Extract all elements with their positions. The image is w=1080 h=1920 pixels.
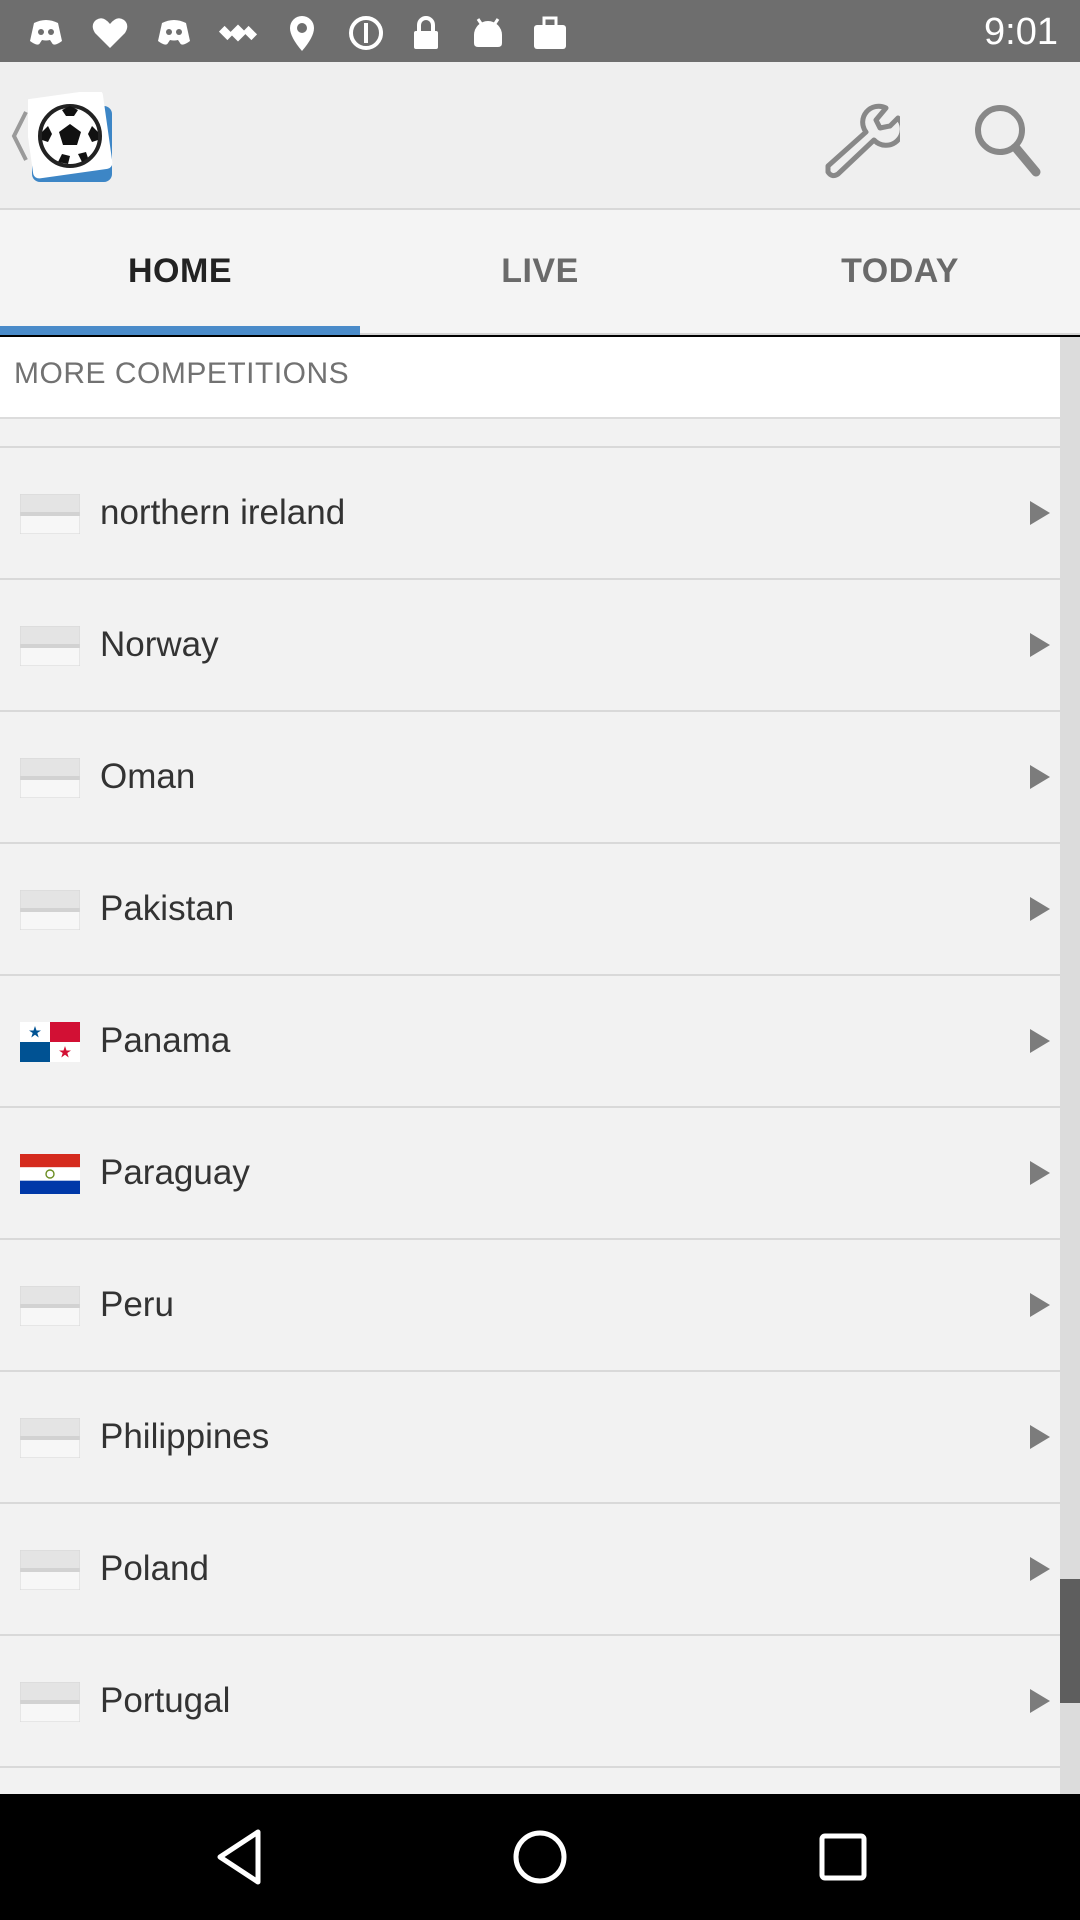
play-arrow-icon <box>1030 1557 1050 1581</box>
scrollbar-thumb[interactable] <box>1060 1579 1080 1703</box>
flag-icon <box>20 890 80 930</box>
list-item[interactable]: Philippines <box>0 1372 1060 1504</box>
flag-icon <box>20 758 80 798</box>
list-item[interactable]: Poland <box>0 1504 1060 1636</box>
recents-square-icon[interactable] <box>810 1824 876 1890</box>
country-label: Panama <box>100 1021 231 1060</box>
section-title: MORE COMPETITIONS <box>14 357 350 390</box>
location-pin-icon <box>290 16 314 51</box>
play-arrow-icon <box>1030 1293 1050 1317</box>
search-icon[interactable] <box>970 100 1042 180</box>
flag-icon <box>20 494 80 534</box>
play-arrow-icon <box>1030 897 1050 921</box>
status-time: 9:01 <box>984 11 1058 53</box>
wrench-icon[interactable] <box>820 102 900 182</box>
flag-icon <box>20 1154 80 1194</box>
discord-icon <box>158 20 190 45</box>
flag-icon <box>20 1022 80 1062</box>
country-label: northern ireland <box>100 493 346 532</box>
play-arrow-icon <box>1030 765 1050 789</box>
list-item[interactable]: Pakistan <box>0 844 1060 976</box>
list-item[interactable]: Panama <box>0 976 1060 1108</box>
flag-icon <box>20 1682 80 1722</box>
play-arrow-icon <box>1030 1689 1050 1713</box>
android-icon <box>474 18 502 47</box>
country-list-items: Nigeria northern ireland Norway Oman Pakista… <box>0 419 1060 1768</box>
briefcase-icon <box>534 16 566 49</box>
country-label: Portugal <box>100 1681 231 1720</box>
section-header: MORE COMPETITIONS <box>0 337 1060 419</box>
country-label: Poland <box>100 1549 209 1588</box>
flag-icon <box>20 1286 80 1326</box>
tab-today[interactable]: TODAY <box>720 210 1080 333</box>
scrollbar-track[interactable] <box>1060 337 1080 1794</box>
list-item[interactable]: Nigeria <box>0 419 1060 448</box>
tab-live[interactable]: LIVE <box>360 210 720 333</box>
country-label: Pakistan <box>100 889 235 928</box>
play-arrow-icon <box>1030 501 1050 525</box>
tab-bar: HOME LIVE TODAY <box>0 210 1080 335</box>
country-label: Philippines <box>100 1417 270 1456</box>
soccer-ball-icon[interactable] <box>28 92 118 182</box>
flag-icon <box>20 1418 80 1458</box>
lock-icon <box>414 16 438 49</box>
blocked-icon <box>349 16 383 50</box>
list-item[interactable]: Portugal <box>0 1636 1060 1768</box>
country-label: Oman <box>100 757 196 796</box>
country-label: Peru <box>100 1285 174 1324</box>
tab-home[interactable]: HOME <box>0 210 360 333</box>
chevron-left-icon[interactable] <box>8 106 30 166</box>
app-bar <box>0 62 1080 210</box>
play-arrow-icon <box>1030 1425 1050 1449</box>
flag-icon <box>20 626 80 666</box>
tab-indicator <box>0 326 360 335</box>
satellite-icon <box>218 24 258 42</box>
back-triangle-icon[interactable] <box>208 1824 274 1890</box>
list-item[interactable]: Peru <box>0 1240 1060 1372</box>
play-arrow-icon <box>1030 633 1050 657</box>
country-label: Norway <box>100 625 219 664</box>
play-arrow-icon <box>1030 1161 1050 1185</box>
home-circle-icon[interactable] <box>507 1824 573 1890</box>
status-bar: 9:01 <box>0 0 1080 62</box>
discord-icon <box>30 20 62 45</box>
play-arrow-icon <box>1030 1029 1050 1053</box>
navigation-bar <box>0 1794 1080 1920</box>
country-list[interactable]: Nigeria northern ireland Norway Oman Pakista… <box>0 419 1060 1794</box>
list-item[interactable]: Norway <box>0 580 1060 712</box>
heart-icon <box>92 18 128 48</box>
country-label: Paraguay <box>100 1153 250 1192</box>
list-item[interactable]: northern ireland <box>0 448 1060 580</box>
list-item[interactable]: Paraguay <box>0 1108 1060 1240</box>
list-item[interactable]: Oman <box>0 712 1060 844</box>
flag-icon <box>20 1550 80 1590</box>
